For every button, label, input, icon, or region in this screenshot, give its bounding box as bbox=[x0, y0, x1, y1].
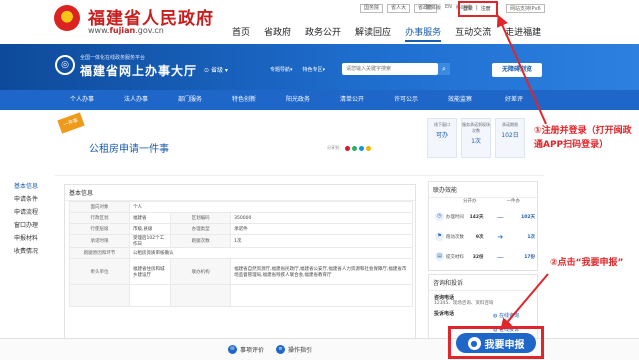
basic-info-panel: 基本信息 面向对象 个人 行政区划 福建省 区划编码 350000 行使层级 市… bbox=[64, 184, 416, 360]
efficiency-title: 联办效能 bbox=[429, 182, 537, 198]
table-row: 行使层级 市级,县级 办理类型 承诺件 bbox=[69, 223, 413, 235]
nav-interaction[interactable]: 互动交流 bbox=[455, 25, 491, 42]
efficiency-columns: 分开办 一件办 bbox=[463, 199, 520, 204]
menu-basic-info[interactable]: 基本信息 bbox=[14, 180, 58, 193]
guide-icon: ≡ bbox=[276, 345, 285, 354]
chat-bubble-icon: ✉ bbox=[228, 345, 237, 354]
stat-boxes: 线下窗口 可办 服务承诺到现场次数 1次 承诺期限 102日 bbox=[427, 118, 525, 158]
efficiency-row-time: ◷ 办理时间 142天 — 102天 bbox=[435, 212, 535, 221]
subnav-rating[interactable]: 好差评 bbox=[487, 90, 541, 110]
menu-materials[interactable]: 申报材料 bbox=[14, 232, 58, 245]
nav-about-fujian[interactable]: 走进福建 bbox=[505, 25, 541, 42]
main-nav: 首页 省政府 政务公开 解读回应 办事服务 互动交流 走进福建 bbox=[232, 25, 541, 42]
region-selector[interactable]: ⊙ 省级 ▾ bbox=[204, 65, 228, 74]
consult-title: 咨询和投诉 bbox=[429, 275, 537, 291]
subnav-supervision[interactable]: 效能监察 bbox=[433, 90, 487, 110]
user-icon: ● bbox=[467, 336, 481, 350]
table-row: 牵头单位 福建省住房和城乡建设厅 联办机构 福建省自然资源厅,福建省民政厅,福建… bbox=[69, 258, 413, 285]
search-input[interactable] bbox=[342, 63, 432, 75]
site-header: ★ 福建省人民政府 www.fujian.gov.cn 国务院 省人大 省政协 … bbox=[0, 0, 639, 44]
chevron-down-icon: ▾ bbox=[224, 67, 228, 74]
qzone-icon[interactable] bbox=[366, 145, 371, 151]
table-row bbox=[69, 284, 413, 307]
arrow-right-icon: ➔ bbox=[497, 232, 504, 241]
barrier-free-button[interactable]: 无障碍浏览 bbox=[492, 63, 542, 77]
document-icon: ▤ bbox=[435, 252, 444, 261]
item-header: 一件事 公租房申请一件事 分享到： 线下窗口 可办 服务承诺到现场次数 1次 承诺期… bbox=[55, 112, 544, 176]
stat-offline-window: 线下窗口 可办 bbox=[427, 118, 457, 158]
stat-deadline: 承诺期限 102日 bbox=[495, 118, 525, 158]
subnav-innovation[interactable]: 特色创新 bbox=[217, 90, 271, 110]
menu-window[interactable]: 窗口办理 bbox=[14, 219, 58, 232]
nav-interpretation[interactable]: 解读回应 bbox=[355, 25, 391, 42]
table-row: 跑腿原因和环节 公租房资质审核确认 bbox=[69, 247, 413, 259]
hall-links: 专题导航▾ 特色专区▾ bbox=[270, 66, 325, 73]
walk-icon: ⚑ bbox=[435, 232, 444, 241]
arrow-right-icon: — bbox=[496, 212, 504, 221]
subnav-department[interactable]: 部门服务 bbox=[163, 90, 217, 110]
register-link[interactable]: 注册 bbox=[481, 5, 491, 12]
traditional-link[interactable]: 繁体版 bbox=[426, 4, 441, 11]
menu-process[interactable]: 申请流程 bbox=[14, 206, 58, 219]
search-icon[interactable]: ⌕ bbox=[438, 63, 450, 75]
subnav-sunshine[interactable]: 阳光政务 bbox=[271, 90, 325, 110]
hall-title: 福建省网上办事大厅 bbox=[80, 64, 198, 78]
review-button[interactable]: ✉ 事项评价 bbox=[228, 345, 264, 354]
left-menu: 基本信息 申请条件 申请流程 窗口办理 申报材料 收费情况 bbox=[14, 180, 58, 258]
weibo-icon[interactable] bbox=[345, 145, 350, 151]
apply-highlight-box: ● 我要申报 bbox=[448, 326, 544, 359]
ipv6-badge: 网站支持IPv6 bbox=[506, 4, 545, 13]
site-url: www.fujian.gov.cn bbox=[88, 26, 164, 35]
subnav-personal[interactable]: 个人办事 bbox=[55, 90, 109, 110]
service-hall-bar: ◎ 全国一体化在线政务服务平台 福建省网上办事大厅 ⊙ 省级 ▾ 专题导航▾ 特… bbox=[0, 44, 639, 90]
nav-home[interactable]: 首页 bbox=[232, 25, 250, 42]
national-emblem-icon: ★ bbox=[54, 5, 80, 31]
login-highlight-box: 登录 | 注册 bbox=[458, 1, 498, 17]
basic-info-title: 基本信息 bbox=[65, 185, 415, 201]
clock-icon: ◷ bbox=[435, 212, 444, 221]
hall-logo-icon: ◎ bbox=[55, 55, 75, 75]
guide-button[interactable]: ≡ 操作指引 bbox=[276, 345, 312, 354]
english-link[interactable]: EN bbox=[445, 4, 452, 11]
subnav-corporate[interactable]: 法人办事 bbox=[109, 90, 163, 110]
nav-government[interactable]: 省政府 bbox=[264, 25, 291, 42]
apply-button[interactable]: ● 我要申报 bbox=[456, 333, 536, 353]
link-state-council[interactable]: 国务院 bbox=[360, 4, 384, 13]
location-icon: ⊙ bbox=[204, 67, 210, 74]
basic-info-table: 面向对象 个人 行政区划 福建省 区划编码 350000 行使层级 市级,县级 … bbox=[69, 201, 413, 307]
arrow-right-icon: — bbox=[496, 252, 504, 261]
divider: | bbox=[476, 5, 478, 11]
share-bar: 分享到： bbox=[327, 145, 371, 151]
link-npc[interactable]: 省人大 bbox=[387, 4, 411, 13]
wechat-icon[interactable] bbox=[352, 145, 357, 151]
annotation-step-1: ①注册并登录（打开闽政通APP扫码登录） bbox=[534, 126, 632, 150]
menu-fees[interactable]: 收费情况 bbox=[14, 245, 58, 258]
qq-icon[interactable] bbox=[359, 145, 364, 151]
joint-efficiency-panel: 联办效能 分开办 一件办 ◷ 办理时间 142天 — 102天 ⚑ 跑动次数 9… bbox=[428, 181, 538, 271]
table-row: 面向对象 个人 bbox=[69, 201, 413, 213]
efficiency-row-materials: ▤ 提交材料 32份 — 17份 bbox=[435, 252, 535, 261]
login-link[interactable]: 登录 bbox=[463, 5, 473, 12]
efficiency-row-visits: ⚑ 跑动次数 9次 ➔ 1次 bbox=[435, 232, 535, 241]
subnav-permits[interactable]: 许可公示 bbox=[379, 90, 433, 110]
nav-open-affairs[interactable]: 政务公开 bbox=[305, 25, 341, 42]
search-box: ⌕ bbox=[342, 63, 450, 75]
stat-visits: 服务承诺到现场次数 1次 bbox=[461, 118, 491, 158]
item-title: 公租房申请一件事 bbox=[89, 144, 169, 155]
hall-subtitle: 全国一体化在线政务服务平台 bbox=[80, 55, 146, 61]
subnav-lists[interactable]: 清单公开 bbox=[325, 90, 379, 110]
table-row: 行政区划 福建省 区划编码 350000 bbox=[69, 212, 413, 224]
phone-label: 咨询电话 bbox=[434, 295, 455, 301]
sub-nav: 个人办事 法人办事 部门服务 特色创新 阳光政务 清单公开 许可公示 效能监察 … bbox=[0, 90, 639, 110]
table-row: 承诺时限 受理后102个工作日 跑腿次数 1次 bbox=[69, 234, 413, 248]
nav-services[interactable]: 办事服务 bbox=[405, 25, 442, 42]
special-zone-link[interactable]: 特色专区▾ bbox=[303, 66, 326, 73]
one-thing-ribbon: 一件事 bbox=[57, 112, 85, 134]
chat-icon: ◍ bbox=[493, 313, 498, 319]
annotation-step-2: ②点击“我要申报” bbox=[550, 258, 624, 268]
phone-text: 12345、现场咨询、资料咨询 bbox=[434, 301, 494, 306]
online-consult-button[interactable]: ◍ 在线咨询 bbox=[493, 311, 535, 321]
menu-conditions[interactable]: 申请条件 bbox=[14, 193, 58, 206]
topic-nav-link[interactable]: 专题导航▾ bbox=[270, 66, 293, 73]
